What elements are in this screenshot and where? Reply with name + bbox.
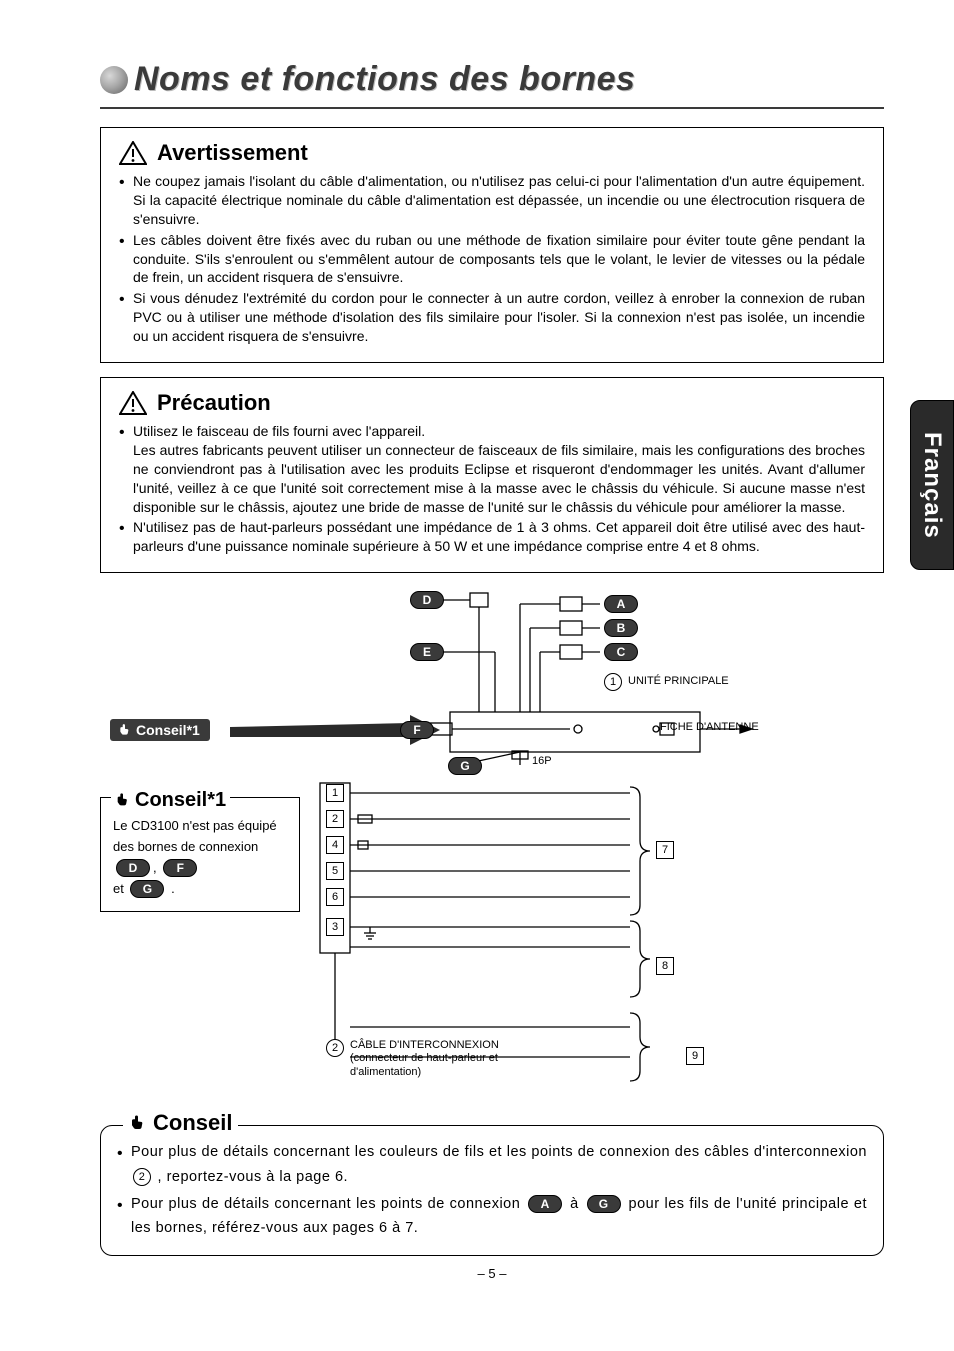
conseil-pill-g: G	[587, 1195, 621, 1213]
conseil-box-title: Conseil	[153, 1110, 232, 1136]
diagram-num-5: 5	[326, 862, 344, 880]
conseil-note-title-row: Conseil*1	[111, 784, 230, 816]
conseil-note-title: Conseil*1	[135, 784, 226, 816]
wiring-diagram: D E A B C F G 1 UNITÉ PRINCIPALE FICHE D…	[100, 587, 884, 1117]
note-pill-g: G	[130, 880, 164, 898]
conseil-note-et: et	[113, 881, 124, 896]
warning-heading: Avertissement	[157, 140, 308, 166]
diagram-num-2: 2	[326, 810, 344, 828]
diagram-num-9: 9	[686, 1047, 704, 1065]
diagram-num-8: 8	[656, 957, 674, 975]
diagram-num-7: 7	[656, 841, 674, 859]
conseil-pill-a: A	[528, 1195, 562, 1213]
diagram-pill-g: G	[448, 757, 482, 775]
language-tab-label: Français	[918, 432, 946, 539]
diagram-pill-a: A	[604, 595, 638, 613]
conseil-box-list: Pour plus de détails concernant les coul…	[117, 1140, 867, 1241]
diagram-label-antenna: FICHE D'ANTENNE	[660, 721, 759, 734]
hand-point-icon	[129, 1114, 147, 1132]
conseil-tab: Conseil*1	[110, 719, 210, 741]
hand-point-icon	[118, 723, 132, 737]
conseil-b2a: Pour plus de détails concernant les poin…	[131, 1196, 525, 1212]
diagram-num-4: 4	[326, 836, 344, 854]
warning-list: Ne coupez jamais l'isolant du câble d'al…	[119, 172, 865, 346]
diagram-pill-e: E	[410, 643, 444, 661]
caution-box: Précaution Utilisez le faisceau de fils …	[100, 377, 884, 573]
language-tab: Français	[910, 400, 954, 570]
caution-item-line1: Utilisez le faisceau de fils fourni avec…	[133, 423, 425, 439]
conseil-note-period: .	[171, 881, 175, 896]
diagram-label-unit: UNITÉ PRINCIPALE	[628, 675, 729, 688]
page-number: – 5 –	[100, 1266, 884, 1281]
conseil-box-item: Pour plus de détails concernant les coul…	[117, 1140, 867, 1189]
warning-item: Ne coupez jamais l'isolant du câble d'al…	[119, 172, 865, 229]
page-title-row: Noms et fonctions des bornes	[100, 60, 884, 99]
diagram-pill-f: F	[400, 721, 434, 739]
title-rule	[100, 107, 884, 109]
page-title: Noms et fonctions des bornes	[134, 60, 635, 99]
diagram-label-16p: 16P	[532, 755, 552, 768]
conseil-note-text-1: Le CD3100 n'est pas équipé des bornes de…	[113, 818, 277, 854]
caution-item-rest: Les autres fabricants peuvent utiliser u…	[133, 441, 865, 517]
diagram-cable-l1: CÂBLE D'INTERCONNEXION	[350, 1039, 530, 1052]
warning-triangle-icon	[119, 141, 147, 165]
conseil-circ-2: 2	[133, 1168, 151, 1186]
diagram-pill-c: C	[604, 643, 638, 661]
warning-item: Si vous dénudez l'extrémité du cordon po…	[119, 289, 865, 346]
caution-item: Utilisez le faisceau de fils fourni avec…	[119, 422, 865, 516]
diagram-pill-b: B	[604, 619, 638, 637]
note-pill-d: D	[116, 859, 150, 877]
diagram-num-6: 6	[326, 888, 344, 906]
conseil-b1a: Pour plus de détails concernant les coul…	[131, 1144, 867, 1160]
conseil-box-title-row: Conseil	[123, 1110, 238, 1136]
conseil-box-item: Pour plus de détails concernant les poin…	[117, 1192, 867, 1241]
conseil-box: Conseil Pour plus de détails concernant …	[100, 1125, 884, 1256]
caution-triangle-icon	[119, 391, 147, 415]
note-pill-f: F	[163, 859, 197, 877]
diagram-cable-l2: (connecteur de haut-parleur et d'aliment…	[350, 1052, 530, 1078]
warning-item: Les câbles doivent être fixés avec du ru…	[119, 231, 865, 288]
caution-list: Utilisez le faisceau de fils fourni avec…	[119, 422, 865, 556]
diagram-num-1: 1	[326, 784, 344, 802]
diagram-num-3: 3	[326, 918, 344, 936]
conseil-note-box: Conseil*1 Le CD3100 n'est pas équipé des…	[100, 797, 300, 912]
warning-box: Avertissement Ne coupez jamais l'isolant…	[100, 127, 884, 363]
conseil-tab-label: Conseil*1	[136, 722, 200, 738]
hand-point-icon	[115, 792, 131, 808]
title-bullet-icon	[100, 66, 128, 94]
diagram-cable-label: CÂBLE D'INTERCONNEXION (connecteur de ha…	[350, 1039, 530, 1079]
conseil-b1b: , reportez-vous à la page 6.	[158, 1169, 349, 1185]
conseil-b2-mid: à	[570, 1196, 583, 1212]
caution-item: N'utilisez pas de haut-parleurs possédan…	[119, 518, 865, 556]
diagram-pill-d: D	[410, 591, 444, 609]
caution-heading: Précaution	[157, 390, 271, 416]
